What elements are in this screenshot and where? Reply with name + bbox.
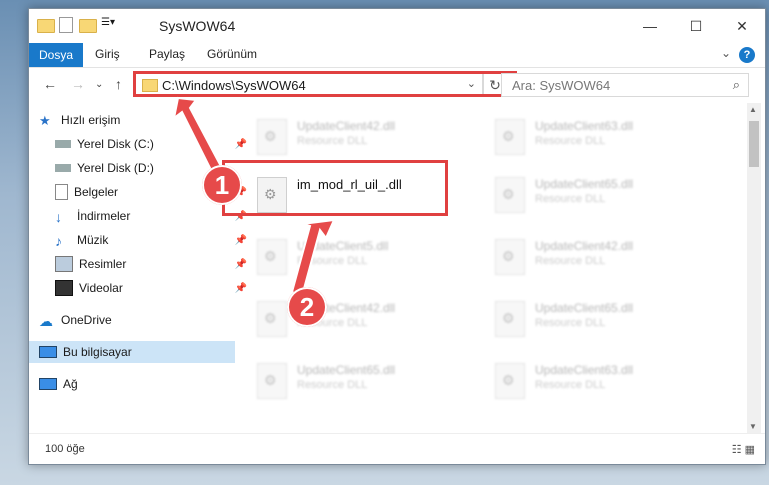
arrow-icon [172, 96, 336, 298]
step-badge-2: 2 [287, 287, 327, 327]
step-badge-1: 1 [202, 165, 242, 205]
annotation-arrows [172, 96, 336, 298]
